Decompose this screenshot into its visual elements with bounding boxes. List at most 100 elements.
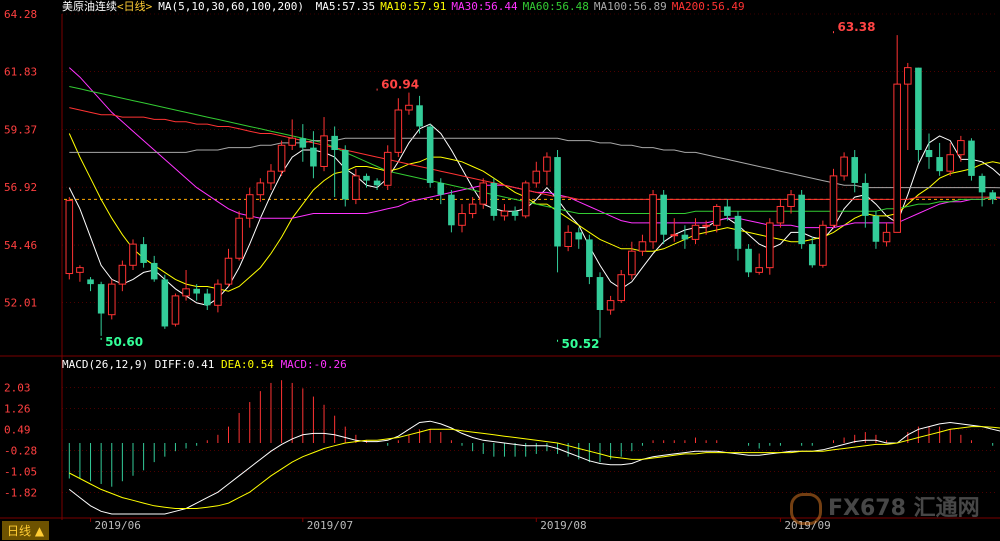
candle-body-down — [660, 194, 667, 235]
ma-value-3: MA60:56.48 — [522, 0, 589, 13]
macd-tick-label: 0.49 — [4, 424, 31, 437]
macd-dea: DEA:0.54 — [220, 358, 274, 371]
candle-body-down — [448, 194, 455, 226]
price-tick-label: 61.83 — [4, 66, 37, 79]
candle-body-down — [437, 182, 445, 195]
candle-body-down — [193, 288, 200, 294]
candle-body-down — [341, 150, 349, 200]
candle-body-up — [129, 243, 137, 266]
candle-body-down — [936, 157, 943, 172]
price-panel-header: 美原油连续<日线> MA(5,10,30,60,100,200) MA5:57.3… — [62, 0, 745, 14]
candle-body-down — [511, 211, 519, 216]
candle-body-down — [798, 194, 805, 245]
candle-body-up — [691, 224, 700, 240]
candle-body-down — [925, 150, 933, 158]
candle-body-up — [893, 83, 901, 233]
candle-body-up — [776, 205, 785, 224]
macd-tick-label: 1.26 — [4, 403, 31, 416]
price-tick-label: 64.28 — [4, 8, 37, 21]
candle-body-up — [76, 267, 84, 273]
candle-body-up — [277, 144, 286, 172]
candle-body-up — [182, 288, 190, 297]
candle-body-up — [394, 109, 403, 153]
candle-body-down — [915, 67, 922, 150]
watermark: FX678 汇通网 — [790, 490, 980, 525]
period-label: <日线> — [117, 0, 153, 13]
candle-body-up — [405, 104, 413, 111]
watermark-text: FX678 汇通网 — [828, 496, 980, 521]
chart-canvas: 64.28 61.83 59.37 56.92 54.46 52.01 2.03 1.26 0.… — [0, 8, 1000, 532]
extreme-label: 60.94 — [381, 78, 419, 92]
price-tick-label: 52.01 — [4, 297, 37, 310]
candle-body-up — [383, 151, 392, 186]
price-tick-label: 54.46 — [4, 239, 37, 252]
candle-body-down — [140, 244, 147, 263]
candle-body-up — [288, 137, 296, 146]
macd-tick-label: 2.03 — [4, 382, 31, 395]
candle-body-up — [532, 170, 541, 184]
candle-body-up — [755, 267, 763, 273]
candle-body-down — [161, 279, 169, 327]
candle-body-down — [150, 262, 158, 280]
macd-tick-label: -1.05 — [4, 466, 37, 479]
ma-value-0: MA5:57.35 — [315, 0, 376, 13]
candle-body-down — [681, 234, 689, 240]
candle-body-up — [214, 283, 222, 306]
candle-body-down — [734, 215, 742, 249]
candle-body-down — [373, 180, 381, 186]
ma-value-2: MA30:56.44 — [451, 0, 518, 13]
macd-name: MACD(26,12,9) — [62, 358, 149, 371]
candle-body-down — [87, 279, 94, 285]
macd-tick-label: -1.82 — [4, 487, 37, 500]
ma-value-1: MA10:57.91 — [380, 0, 447, 13]
candle-body-down — [310, 147, 317, 167]
candle-body-up — [840, 156, 848, 177]
candle-body-up — [787, 194, 795, 207]
ma5-line — [68, 123, 1000, 306]
candle-body-down — [426, 126, 434, 183]
candle-body-down — [968, 140, 975, 176]
candle-body-up — [320, 135, 328, 167]
extreme-label: 50.52 — [562, 337, 600, 351]
candle-body-down — [586, 239, 593, 278]
ma-value-4: MA100:56.89 — [593, 0, 667, 13]
candle-body-up — [829, 175, 838, 226]
time-tick-label: 2019/06 — [95, 519, 141, 532]
candle-body-up — [352, 175, 360, 200]
candle-body-up — [521, 182, 530, 217]
ma-value-5: MA200:56.49 — [671, 0, 745, 13]
candle-body-up — [479, 182, 488, 205]
time-tick-label: 2019/07 — [307, 519, 353, 532]
candle-body-up — [606, 300, 615, 311]
ma-values: MA5:57.35 MA10:57.91 MA30:56.44 MA60:56.48 M… — [311, 0, 745, 13]
candle-body-up — [702, 224, 710, 227]
candle-body-up — [766, 222, 774, 269]
candle-body-down — [331, 135, 338, 150]
candle-body-down — [872, 215, 880, 242]
candle-body-down — [851, 157, 859, 183]
instrument-name: 美原油连续 — [62, 0, 117, 13]
candle-body-up — [670, 234, 679, 237]
candle-body-down — [808, 244, 816, 266]
macd-diff: DIFF:0.41 — [154, 358, 215, 371]
candle-body-down — [724, 206, 731, 216]
candle-body-up — [256, 182, 265, 196]
candle-body-up — [957, 140, 965, 156]
macd-panel-header: MACD(26,12,9) DIFF:0.41 DEA:0.54 MACD:-0… — [62, 358, 347, 372]
period-badge[interactable]: 日线 ▲ — [2, 521, 50, 540]
candle-body-up — [118, 264, 127, 285]
ma200-line — [69, 107, 1000, 200]
time-tick-label: 2019/08 — [540, 519, 586, 532]
candle-body-up — [468, 203, 477, 215]
watermark-logo-icon — [790, 493, 822, 525]
candle-body-up — [712, 205, 721, 226]
candle-body-up — [65, 200, 74, 275]
price-tick-label: 56.92 — [4, 181, 37, 194]
candle-body-down — [203, 293, 211, 306]
candle-body-up — [458, 213, 466, 226]
candle-body-down — [416, 105, 423, 127]
candle-body-up — [107, 283, 116, 316]
candle-body-up — [235, 217, 243, 259]
candle-body-down — [299, 138, 307, 148]
candle-body-down — [989, 192, 996, 200]
